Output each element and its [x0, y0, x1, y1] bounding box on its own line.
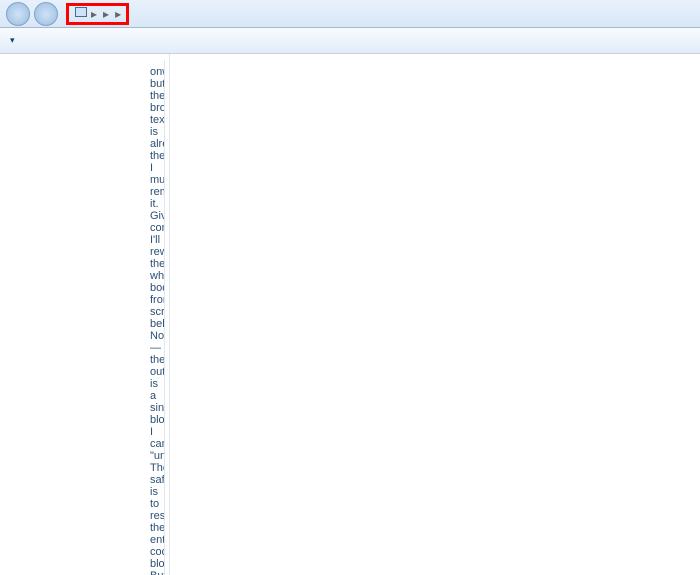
chevron-right-icon: ▸ [115, 7, 121, 21]
nav-forward-button[interactable] [34, 2, 58, 26]
breadcrumb[interactable]: ▸ ▸ ▸ [68, 5, 127, 23]
explorer-titlebar: ▸ ▸ ▸ [0, 0, 700, 28]
network-icon [74, 7, 88, 21]
nav-back-button[interactable] [6, 2, 30, 26]
organize-menu[interactable] [8, 35, 15, 46]
tree-favorites-header[interactable]: �progressive".replace - but we must not … [4, 60, 165, 575]
nav-tree: �progressive".replace - but we must not … [0, 54, 170, 575]
explorer-toolbar [0, 28, 700, 54]
chevron-right-icon: ▸ [103, 7, 109, 21]
chevron-right-icon: ▸ [91, 7, 97, 21]
